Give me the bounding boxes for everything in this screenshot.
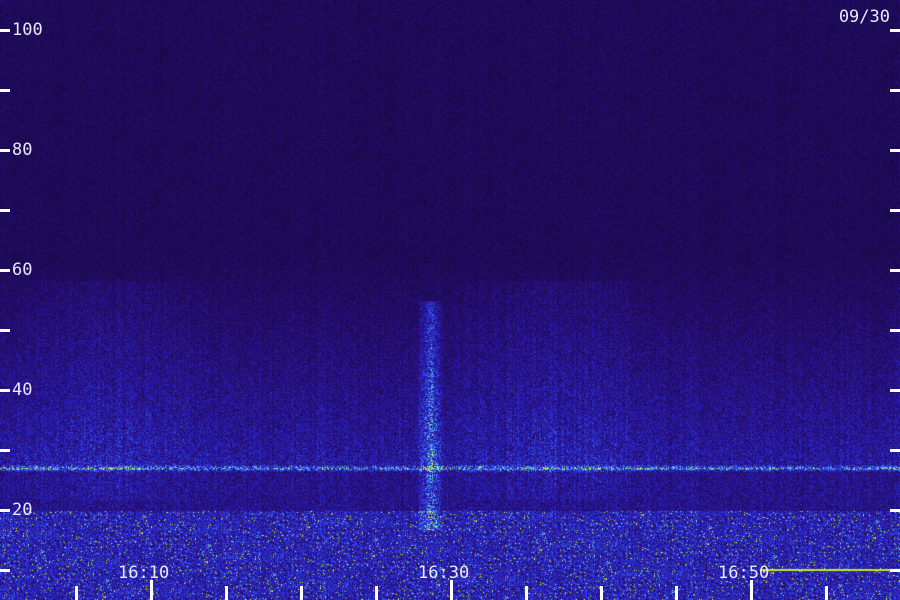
y-tick-left-100 — [0, 29, 10, 32]
y-tick-right-60 — [890, 269, 900, 272]
y-tick-left-40 — [0, 389, 10, 392]
y-tick-left-50 — [0, 329, 10, 332]
y-tick-left-20 — [0, 509, 10, 512]
y-tick-right-20 — [890, 509, 900, 512]
y-tick-right-30 — [890, 449, 900, 452]
y-tick-label-20: 20 — [12, 500, 33, 520]
y-tick-left-10 — [0, 569, 10, 572]
y-tick-left-60 — [0, 269, 10, 272]
x-tick-2 — [225, 586, 228, 600]
y-tick-label-80: 80 — [12, 140, 33, 160]
y-tick-right-80 — [890, 149, 900, 152]
y-tick-left-30 — [0, 449, 10, 452]
x-tick-label-1650: 16:50 — [718, 563, 770, 583]
y-tick-right-10 — [890, 569, 900, 572]
y-tick-right-70 — [890, 209, 900, 212]
y-tick-label-40: 40 — [12, 380, 33, 400]
x-tick-label-1610: 16:10 — [118, 563, 170, 583]
x-tick-8 — [675, 586, 678, 600]
x-tick-10 — [825, 586, 828, 600]
x-tick-7 — [600, 586, 603, 600]
x-tick-0 — [75, 586, 78, 600]
x-tick-1 — [150, 580, 153, 600]
y-tick-right-40 — [890, 389, 900, 392]
x-tick-6 — [525, 586, 528, 600]
y-tick-label-60: 60 — [12, 260, 33, 280]
spectrogram-chart: 100 80 60 40 20 16:10 16:30 16:50 09/30 — [0, 0, 900, 600]
x-tick-9 — [750, 580, 753, 600]
x-tick-label-1630: 16:30 — [418, 563, 470, 583]
x-tick-5 — [450, 580, 453, 600]
y-tick-label-100: 100 — [12, 20, 43, 40]
y-tick-right-90 — [890, 89, 900, 92]
y-tick-right-100 — [890, 29, 900, 32]
x-tick-3 — [300, 586, 303, 600]
y-tick-left-70 — [0, 209, 10, 212]
y-tick-left-90 — [0, 89, 10, 92]
chart-axes — [0, 29, 900, 600]
y-tick-right-50 — [890, 329, 900, 332]
date-label: 09/30 — [838, 7, 890, 27]
x-tick-4 — [375, 586, 378, 600]
y-tick-left-80 — [0, 149, 10, 152]
